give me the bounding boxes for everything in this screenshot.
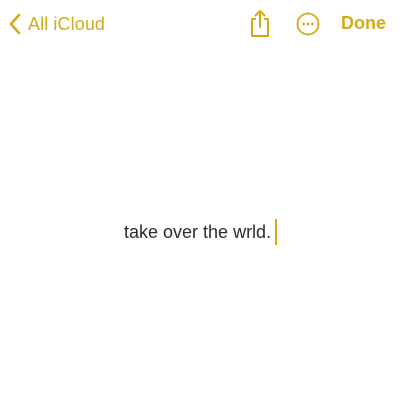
navigation-bar: All iCloud Done: [0, 0, 400, 50]
back-button-label: All iCloud: [28, 13, 106, 34]
note-text: take over the wrld.: [124, 221, 272, 242]
share-button[interactable]: [248, 9, 272, 39]
more-options-button[interactable]: [296, 12, 320, 36]
notes-editor-screen: All iCloud Done take over the wrld.: [0, 0, 400, 400]
done-button[interactable]: Done: [341, 13, 386, 34]
share-icon: [248, 9, 272, 39]
ellipsis-circle-icon: [296, 12, 320, 36]
note-body-editor[interactable]: take over the wrld.: [124, 219, 278, 245]
back-button[interactable]: All iCloud: [8, 10, 105, 38]
text-cursor: [275, 219, 278, 245]
chevron-left-icon: [8, 13, 22, 35]
